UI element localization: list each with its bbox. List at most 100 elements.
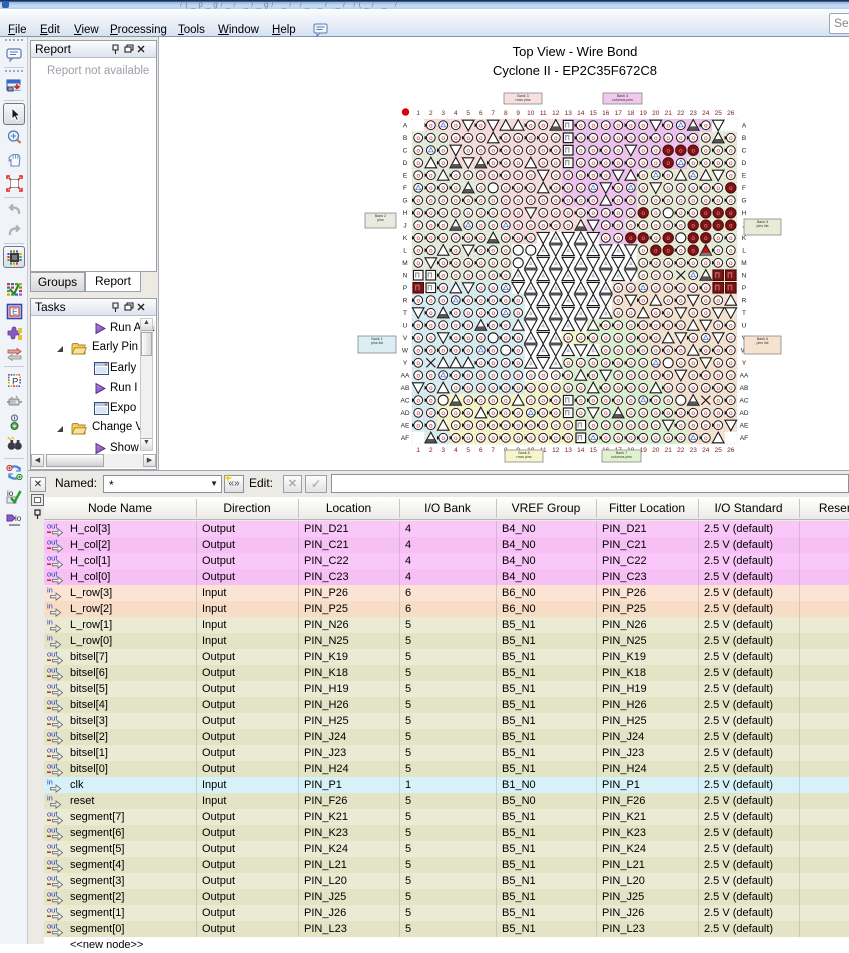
svg-text:out: out — [47, 762, 58, 771]
svg-text:22: 22 — [677, 110, 685, 117]
svg-text:out: out — [47, 682, 58, 691]
svg-text:23: 23 — [690, 110, 698, 117]
svg-text:G: G — [402, 198, 407, 205]
svg-text:24: 24 — [702, 447, 710, 454]
svg-text:P: P — [742, 285, 746, 292]
svg-text:Y: Y — [403, 360, 408, 367]
svg-text:out: out — [47, 538, 58, 547]
svg-text:16: 16 — [602, 110, 610, 117]
svg-text:out: out — [47, 554, 58, 563]
svg-text:3: 3 — [441, 110, 445, 117]
svg-text:L: L — [742, 248, 746, 255]
svg-text:10: 10 — [527, 110, 535, 117]
svg-text:F: F — [403, 185, 407, 192]
svg-text:D: D — [403, 160, 408, 167]
svg-text:13: 13 — [565, 447, 573, 454]
svg-text:pins: pins — [377, 218, 384, 222]
svg-text:AB: AB — [740, 385, 749, 392]
svg-text:in: in — [47, 778, 53, 787]
svg-text:out: out — [47, 858, 58, 867]
svg-text:23: 23 — [690, 447, 698, 454]
svg-text:T: T — [742, 310, 746, 317]
svg-text:C: C — [742, 148, 747, 155]
svg-text:AD: AD — [739, 410, 748, 417]
svg-text:AD: AD — [400, 410, 409, 417]
svg-text:in: in — [47, 794, 53, 803]
svg-text:U: U — [403, 323, 408, 330]
svg-text:AF: AF — [401, 435, 409, 442]
svg-text:out: out — [47, 730, 58, 739]
svg-text:M: M — [741, 260, 746, 267]
svg-text:25: 25 — [715, 110, 723, 117]
svg-text:rows pins: rows pins — [515, 98, 530, 102]
svg-text:J: J — [403, 223, 406, 230]
svg-text:F: F — [742, 185, 746, 192]
svg-text:pins list: pins list — [371, 341, 383, 345]
svg-text:21: 21 — [665, 447, 673, 454]
svg-text:U: U — [742, 323, 747, 330]
svg-text:26: 26 — [727, 447, 735, 454]
svg-text:rows pins: rows pins — [516, 455, 531, 459]
svg-text:3: 3 — [441, 447, 445, 454]
svg-text:H: H — [403, 210, 408, 217]
svg-text:V: V — [403, 335, 408, 342]
svg-text:out: out — [47, 874, 58, 883]
svg-text:Y: Y — [742, 360, 747, 367]
svg-text:out: out — [47, 698, 58, 707]
svg-text:N: N — [742, 273, 747, 280]
svg-text:AE: AE — [401, 423, 410, 430]
svg-text:columns pins: columns pins — [611, 455, 632, 459]
svg-text:18: 18 — [627, 110, 635, 117]
svg-text:25: 25 — [715, 447, 723, 454]
svg-text:out: out — [47, 810, 58, 819]
svg-text:out: out — [47, 522, 58, 531]
svg-text:AC: AC — [400, 398, 409, 405]
svg-text:E: E — [403, 173, 408, 180]
svg-text:out: out — [47, 570, 58, 579]
svg-text:L: L — [403, 248, 407, 255]
svg-text:11: 11 — [540, 110, 547, 117]
svg-text:AF: AF — [740, 435, 748, 442]
svg-text:19: 19 — [640, 110, 648, 117]
svg-text:H: H — [742, 210, 747, 217]
svg-text:out: out — [47, 922, 58, 931]
svg-text:in: in — [47, 618, 53, 627]
svg-text:12: 12 — [552, 110, 560, 117]
svg-text:9: 9 — [516, 110, 520, 117]
svg-text:pins list: pins list — [757, 341, 769, 345]
svg-text:1: 1 — [416, 110, 420, 117]
svg-text:AA: AA — [740, 373, 749, 380]
svg-text:W: W — [402, 348, 409, 355]
svg-text:6: 6 — [479, 110, 483, 117]
svg-text:D: D — [742, 160, 747, 167]
svg-text:K: K — [403, 235, 408, 242]
svg-text:C: C — [403, 148, 408, 155]
svg-text:AE: AE — [740, 423, 749, 430]
svg-text:N: N — [403, 273, 408, 280]
svg-text:R: R — [403, 298, 408, 305]
svg-text:pins list: pins list — [757, 224, 769, 228]
svg-text:20: 20 — [652, 110, 660, 117]
svg-text:in: in — [47, 586, 53, 595]
svg-text:in: in — [47, 634, 53, 643]
svg-text:2: 2 — [429, 110, 433, 117]
svg-text:12: 12 — [552, 447, 560, 454]
svg-text:21: 21 — [665, 110, 673, 117]
svg-text:6: 6 — [479, 447, 483, 454]
svg-text:B: B — [742, 135, 746, 142]
svg-text:5: 5 — [466, 110, 470, 117]
svg-text:22: 22 — [677, 447, 685, 454]
svg-text:8: 8 — [504, 110, 508, 117]
svg-text:K: K — [742, 235, 747, 242]
svg-text:AB: AB — [401, 385, 410, 392]
svg-text:columns pins: columns pins — [612, 98, 633, 102]
svg-text:AA: AA — [401, 373, 410, 380]
svg-text:14: 14 — [577, 110, 585, 117]
svg-text:7: 7 — [491, 110, 495, 117]
svg-text:20: 20 — [652, 447, 660, 454]
svg-text:26: 26 — [727, 110, 735, 117]
svg-text:15: 15 — [590, 447, 598, 454]
svg-text:1: 1 — [416, 447, 420, 454]
svg-text:out: out — [47, 650, 58, 659]
svg-text:T: T — [403, 310, 407, 317]
